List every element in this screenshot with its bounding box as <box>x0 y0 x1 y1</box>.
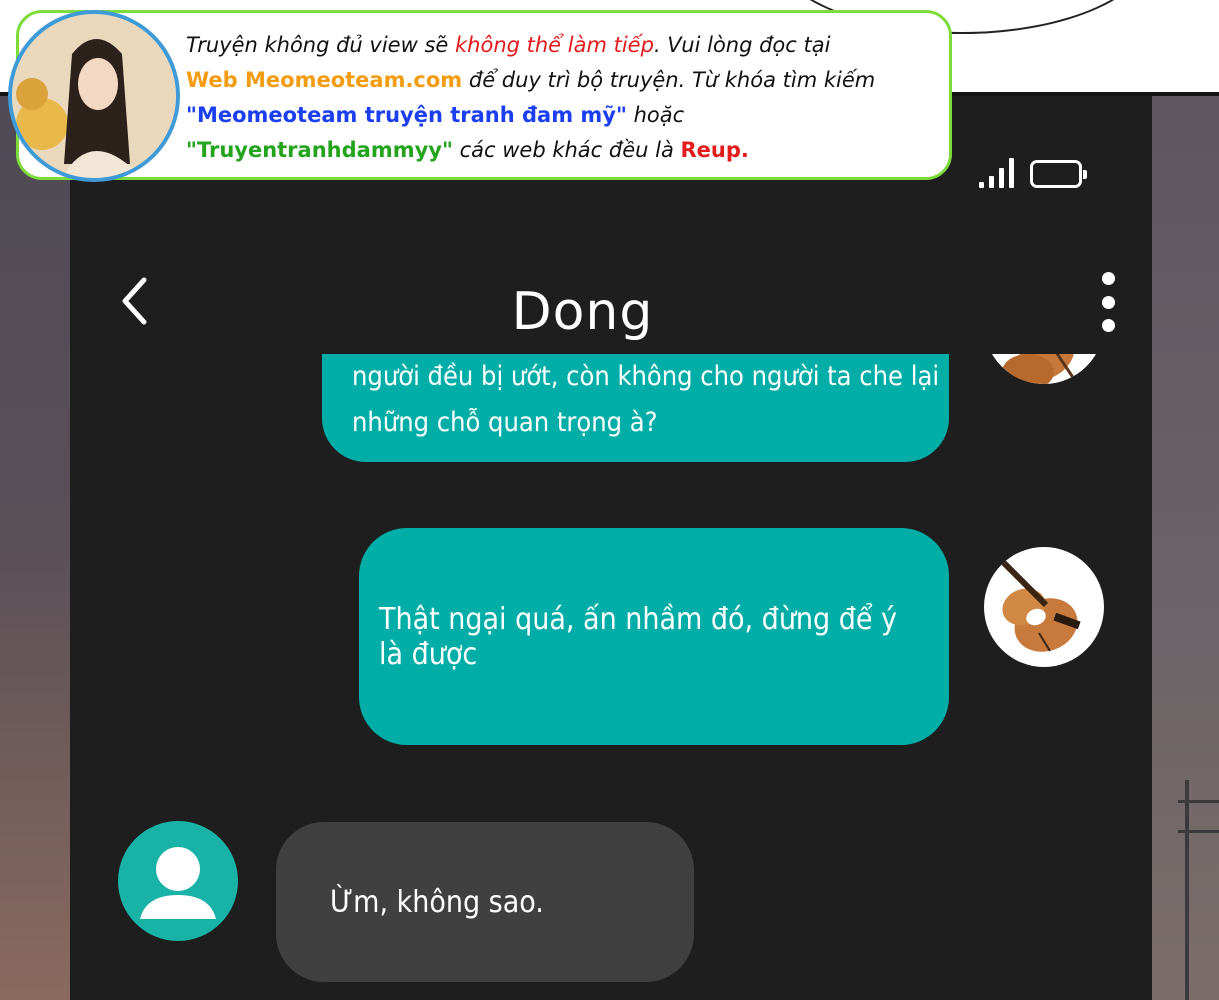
notice-text-segment: để duy trì bộ truyện. Từ khóa tìm kiếm <box>462 68 876 92</box>
utility-pole-bar <box>1178 830 1219 833</box>
more-options-button[interactable] <box>1098 272 1118 332</box>
person-avatar-icon <box>140 847 216 919</box>
message-list: người đều bị ướt, còn không cho người ta… <box>70 354 1152 1000</box>
notice-keyword-2: "Truyentranhdammyy" <box>186 138 453 162</box>
notice-text-segment: . Vui lòng đọc tại <box>653 33 831 57</box>
status-bar <box>979 158 1087 188</box>
contact-name-title: Dong <box>511 282 654 342</box>
contact-avatar[interactable] <box>118 821 238 941</box>
notice-text-segment: hoặc <box>626 103 685 127</box>
utility-pole-bar <box>1178 800 1219 803</box>
notice-text: Truyện không đủ view sẽ không thể làm ti… <box>186 28 946 168</box>
notice-text-highlight: không thể làm tiếp <box>455 33 654 57</box>
message-text: Ừm, không sao. <box>330 884 544 920</box>
notice-website-link[interactable]: Web Meomeoteam.com <box>186 68 462 92</box>
battery-icon <box>1030 160 1087 188</box>
notice-text-segment: Truyện không đủ view sẽ <box>186 33 455 57</box>
message-text: những chỗ quan trọng à? <box>352 407 658 438</box>
utility-pole <box>1185 780 1189 1000</box>
banner-avatar <box>8 10 180 182</box>
violin-avatar[interactable] <box>984 547 1104 667</box>
more-vertical-icon <box>1101 272 1115 285</box>
notice-text-segment: các web khác đều là <box>452 138 681 162</box>
notice-keyword-1: "Meomeoteam truyện tranh đam mỹ" <box>186 103 627 127</box>
message-bubble-outgoing: người đều bị ướt, còn không cho người ta… <box>322 354 949 462</box>
message-text: Thật ngại quá, ấn nhầm đó, đừng để ý là … <box>379 601 898 672</box>
phone-screen: Dong người đều bị ướt, còn không cho ngư… <box>70 96 1152 1000</box>
signal-icon <box>979 158 1014 188</box>
message-bubble-incoming: Ừm, không sao. <box>276 822 694 982</box>
violin-avatar[interactable] <box>984 354 1104 384</box>
message-text: người đều bị ướt, còn không cho người ta… <box>352 361 940 392</box>
message-bubble-outgoing: Thật ngại quá, ấn nhầm đó, đừng để ý là … <box>359 528 949 745</box>
notice-text-highlight: Reup. <box>680 138 749 162</box>
background-left <box>0 96 70 1000</box>
